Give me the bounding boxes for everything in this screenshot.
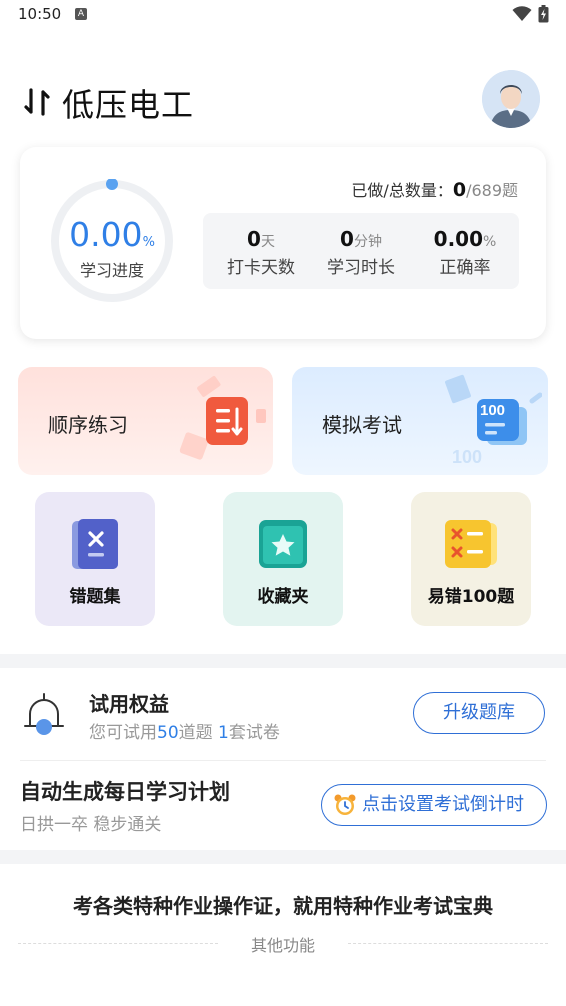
divider-line — [20, 760, 546, 761]
status-bar: 10:50 A — [0, 0, 566, 30]
progress-label: 学习进度 — [79, 261, 144, 280]
stat-label: 打卡天数 — [227, 258, 295, 278]
trial-benefits: 试用权益 您可试用50道题 1套试卷 升级题库 — [0, 668, 566, 760]
progress-percent: 0.00% — [50, 215, 174, 254]
progress-ring-dot — [106, 179, 118, 190]
wrong-questions-label: 错题集 — [69, 587, 121, 607]
dashed-line-right — [348, 943, 548, 944]
stat-label: 正确率 — [439, 258, 491, 278]
progress-percent-unit: % — [142, 235, 155, 250]
notification-icon: A — [75, 8, 87, 20]
other-functions-divider: 其他功能 — [18, 932, 548, 956]
stat-value: 0 — [340, 227, 354, 251]
plan-title: 自动生成每日学习计划 — [20, 780, 230, 804]
trial-subtitle: 您可试用50道题 1套试卷 — [89, 718, 280, 743]
stat-checkin: 0天 打卡天数 — [211, 227, 311, 278]
done-label: 已做/总数量： — [351, 181, 453, 200]
error-100-icon — [445, 520, 497, 568]
wifi-icon — [512, 6, 532, 21]
sequential-practice-label: 顺序练习 — [48, 413, 128, 437]
other-functions-label: 其他功能 — [250, 936, 315, 955]
done-count: 0 — [452, 179, 467, 201]
error-prone-100-card[interactable]: 易错100题 — [411, 492, 531, 626]
plan-subtitle: 日拱一卒 稳步通关 — [20, 815, 162, 835]
document-list-icon — [206, 397, 248, 445]
stat-unit: % — [483, 234, 497, 250]
progress-card: 0.00% 学习进度 已做/总数量：0/689题 0天 打卡天数 0分钟 学习时… — [20, 147, 546, 339]
sequential-practice-card[interactable]: 顺序练习 — [18, 367, 273, 475]
switch-arrows-icon[interactable] — [24, 88, 50, 116]
wrong-book-icon — [72, 519, 118, 569]
mock-exam-watermark: 100 — [452, 447, 483, 467]
slogan: 考各类特种作业操作证，就用特种作业考试宝典 — [73, 894, 493, 918]
trial-question-count: 50 — [157, 723, 179, 743]
upgrade-question-bank-button[interactable]: 升级题库 — [413, 692, 545, 734]
trial-paper-count: 1 — [218, 723, 229, 743]
set-countdown-label: 点击设置考试倒计时 — [362, 794, 524, 815]
progress-percent-value: 0.00 — [69, 215, 143, 254]
header: 低压电工 — [0, 60, 566, 140]
status-time: 10:50 — [18, 5, 62, 23]
trial-sub-mid: 道题 — [178, 723, 219, 743]
trial-title: 试用权益 — [89, 692, 169, 716]
star-folder-icon — [259, 520, 307, 568]
mock-exam-label: 模拟考试 — [322, 413, 402, 437]
stat-study-time: 0分钟 学习时长 — [311, 227, 411, 278]
app-title[interactable]: 低压电工 — [62, 80, 194, 126]
score-100-icon: 100 — [477, 397, 529, 447]
stat-value: 0 — [247, 227, 261, 251]
stat-value: 0.00 — [433, 227, 484, 251]
trial-sub-prefix: 您可试用 — [89, 723, 157, 743]
section-divider — [0, 654, 566, 668]
error-prone-100-label: 易错100题 — [427, 587, 515, 607]
stat-accuracy: 0.00% 正确率 — [415, 227, 515, 278]
daily-plan-section: 自动生成每日学习计划 日拱一卒 稳步通关 点击设置考试倒计时 — [0, 762, 566, 850]
user-avatar-icon[interactable] — [482, 70, 540, 128]
favorites-label: 收藏夹 — [257, 587, 309, 607]
battery-icon — [538, 5, 549, 23]
set-countdown-button[interactable]: 点击设置考试倒计时 — [321, 784, 547, 826]
bell-icon — [24, 693, 64, 735]
stats-box: 0天 打卡天数 0分钟 学习时长 0.00% 正确率 — [203, 213, 519, 289]
stat-label: 学习时长 — [327, 258, 395, 278]
stat-unit: 分钟 — [353, 234, 382, 250]
stat-unit: 天 — [260, 234, 275, 250]
score-100-text: 100 — [480, 402, 506, 419]
favorites-card[interactable]: 收藏夹 — [223, 492, 343, 626]
alarm-clock-icon — [334, 794, 356, 815]
mock-exam-card[interactable]: 100 模拟考试 100 — [292, 367, 548, 475]
trial-sub-suffix: 套试卷 — [228, 723, 280, 743]
section-divider — [0, 850, 566, 864]
done-total: /689题 — [466, 181, 518, 200]
done-count-row: 已做/总数量：0/689题 — [351, 177, 518, 201]
wrong-questions-card[interactable]: 错题集 — [35, 492, 155, 626]
